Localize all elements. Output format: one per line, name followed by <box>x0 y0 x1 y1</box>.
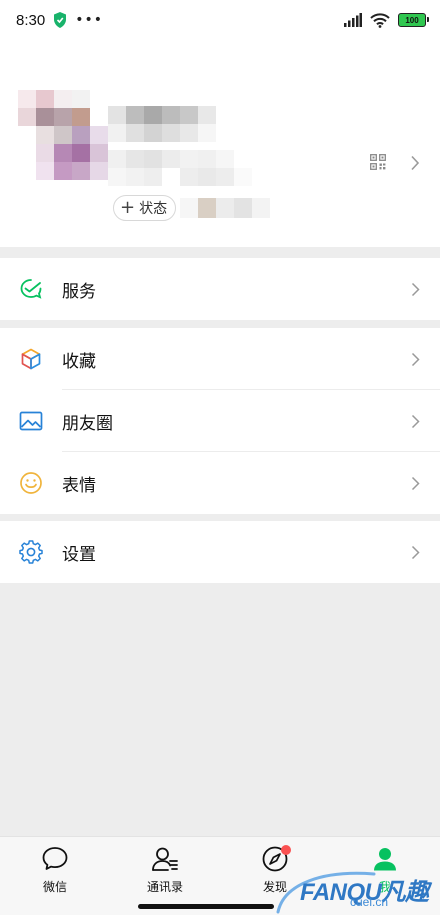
qr-code-icon[interactable] <box>370 154 386 170</box>
status-friends-blurred <box>180 198 270 218</box>
menu-group-main: 收藏 朋友圈 表情 <box>0 328 440 514</box>
home-indicator[interactable] <box>138 904 274 909</box>
chevron-right-icon[interactable] <box>410 155 420 171</box>
moments-picture-icon <box>19 411 43 431</box>
nickname-blurred <box>108 106 216 142</box>
menu-label-stickers: 表情 <box>62 475 96 496</box>
battery-level: 100 <box>405 15 419 25</box>
menu-row-favorites[interactable]: 收藏 <box>0 328 440 390</box>
menu-row-service[interactable]: 服务 <box>0 258 440 320</box>
status-time: 8:30 <box>16 11 46 29</box>
chevron-right-icon <box>411 352 420 366</box>
status-bar: 8:30 ••• 100 <box>0 0 440 40</box>
add-status-button[interactable]: + 状态 <box>113 195 177 221</box>
plus-icon: + <box>120 197 136 218</box>
contacts-icon <box>152 847 178 871</box>
menu-group-settings: 设置 <box>0 521 440 583</box>
chevron-right-icon <box>411 282 420 296</box>
menu-group-service: 服务 <box>0 258 440 320</box>
chevron-right-icon <box>411 545 420 559</box>
shield-icon <box>54 12 67 28</box>
tab-label-chats: 微信 <box>42 880 67 894</box>
favorites-cube-icon <box>21 348 41 370</box>
menu-label-moments: 朋友圈 <box>62 413 113 434</box>
wechat-id-blurred <box>108 150 252 186</box>
menu-row-moments[interactable]: 朋友圈 <box>0 390 440 452</box>
menu-label-settings: 设置 <box>62 544 96 565</box>
chevron-right-icon <box>411 476 420 490</box>
avatar[interactable] <box>18 90 108 180</box>
status-button-label: 状态 <box>139 201 168 217</box>
menu-label-service: 服务 <box>62 281 96 302</box>
service-icon <box>20 279 42 299</box>
settings-gear-icon <box>19 540 43 564</box>
wifi-icon <box>370 12 390 28</box>
chevron-right-icon <box>411 414 420 428</box>
watermark-logo: FANQU凡趣 cuel.cn <box>270 866 440 915</box>
menu-row-settings[interactable]: 设置 <box>0 521 440 583</box>
tab-contacts[interactable]: 通讯录 <box>125 845 205 895</box>
chat-bubble-icon <box>42 847 68 870</box>
notification-badge <box>281 845 291 855</box>
menu-label-favorites: 收藏 <box>62 351 96 372</box>
tab-label-contacts: 通讯录 <box>146 880 183 894</box>
tab-chats[interactable]: 微信 <box>15 845 95 895</box>
profile-header[interactable]: + 状态 <box>0 40 440 247</box>
sticker-smiley-icon <box>20 472 42 494</box>
battery-icon: 100 <box>398 13 429 27</box>
notification-dots: ••• <box>75 12 103 28</box>
signal-icon <box>344 13 362 27</box>
menu-row-stickers[interactable]: 表情 <box>0 452 440 514</box>
watermark-subtext: cuel.cn <box>350 895 389 909</box>
